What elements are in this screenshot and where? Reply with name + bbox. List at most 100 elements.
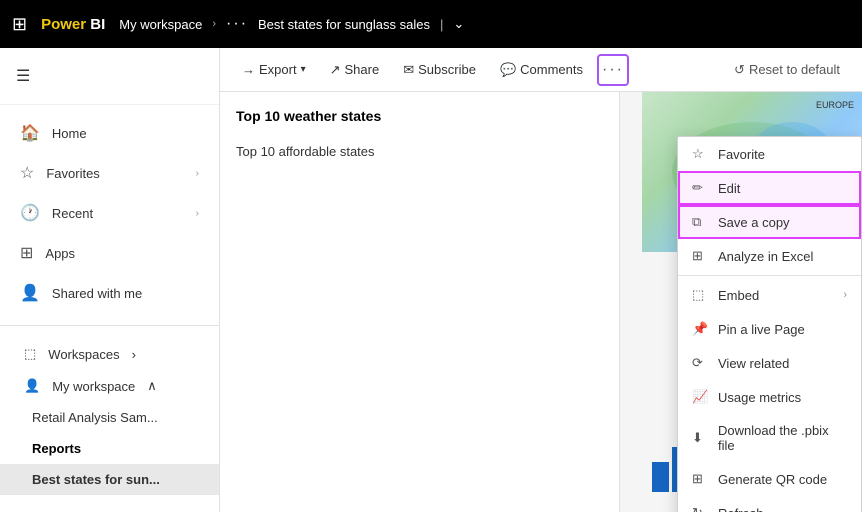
edit-label: Edit [718,181,837,196]
report-title-bar: Best states for sunglass sales [258,17,430,32]
analyze-icon: ⊞ [692,248,708,264]
sidebar-recent-label: Recent [52,206,184,221]
sidebar-item-apps[interactable]: ⊞ Apps [4,233,215,273]
sidebar: ☰ 🏠 Home ☆ Favorites › 🕐 Recent › ⊞ Apps [0,48,220,512]
sidebar-item-recent[interactable]: 🕐 Recent › [4,193,215,233]
power-bi-logo: Power BI [41,16,105,33]
dropdown-item-qr-code[interactable]: ⊞ Generate QR code [678,462,861,496]
sidebar-workspaces: ⬚ Workspaces › 👤 My workspace ∧ Retail A… [0,330,219,503]
refresh-label: Refresh [718,506,837,512]
subscribe-button[interactable]: ✉ Subscribe [393,56,486,84]
workspace-label[interactable]: My workspace [119,17,202,32]
favorites-icon: ☆ [20,163,34,183]
recent-icon: 🕐 [20,203,40,223]
dropdown-divider [678,275,861,276]
sidebar-home-label: Home [52,126,199,141]
report-page-title: Top 10 weather states [236,108,603,124]
apps-icon: ⊞ [20,243,33,263]
more-icon: ··· [602,61,624,79]
sidebar-item-shared[interactable]: 👤 Shared with me [4,273,215,313]
sidebar-item-home[interactable]: 🏠 Home [4,113,215,153]
breadcrumb-chevron: › [212,18,216,30]
home-icon: 🏠 [20,123,40,143]
pin-live-label: Pin a live Page [718,322,837,337]
report-page-item[interactable]: Top 10 affordable states [236,136,603,167]
sidebar-retail-item[interactable]: Retail Analysis Sam... [0,402,219,433]
share-icon: ↗ [330,62,341,78]
workspaces-chevron: › [132,347,136,362]
embed-arrow: › [843,289,847,301]
dropdown-item-refresh[interactable]: ↻ Refresh [678,496,861,512]
reset-label: Reset to default [749,62,840,77]
report-panel: Top 10 weather states Top 10 affordable … [220,92,862,512]
bar [652,462,669,492]
my-workspace-icon: 👤 [24,378,40,394]
sidebar-my-workspace-label: My workspace [52,379,135,394]
workspace-more-button[interactable]: ··· [226,15,248,33]
analyze-label: Analyze in Excel [718,249,837,264]
sidebar-shared-label: Shared with me [52,286,199,301]
recent-chevron: › [196,208,199,219]
share-button[interactable]: ↗ Share [320,56,390,84]
dropdown-item-view-related[interactable]: ⟳ View related [678,346,861,380]
sidebar-best-states-item[interactable]: Best states for sun... [0,464,219,495]
dropdown-item-favorite[interactable]: ☆ Favorite [678,137,861,171]
favorites-chevron: › [196,168,199,179]
refresh-icon: ↻ [692,505,708,512]
report-pages: Top 10 weather states Top 10 affordable … [220,92,620,512]
dropdown-item-usage-metrics[interactable]: 📈 Usage metrics [678,380,861,414]
dropdown-overlay: ☆ Favorite ✏ Edit ⧉ Save a copy ⊞ Analyz… [677,136,862,512]
sidebar-workspaces-label: Workspaces [48,347,119,362]
usage-metrics-label: Usage metrics [718,390,837,405]
sidebar-nav: 🏠 Home ☆ Favorites › 🕐 Recent › ⊞ Apps 👤… [0,105,219,321]
qr-code-icon: ⊞ [692,471,708,487]
dropdown-item-edit[interactable]: ✏ Edit [678,171,861,205]
dropdown-item-embed[interactable]: ⬚ Embed › [678,278,861,312]
dropdown-item-pin-live[interactable]: 📌 Pin a live Page [678,312,861,346]
pin-live-icon: 📌 [692,321,708,337]
reset-button[interactable]: ↺ Reset to default [724,56,850,84]
waffle-icon[interactable]: ⊞ [12,14,27,35]
subscribe-label: Subscribe [418,62,476,77]
workspaces-icon: ⬚ [24,346,36,362]
export-button[interactable]: → Export ▾ [232,56,316,83]
main-area: ☰ 🏠 Home ☆ Favorites › 🕐 Recent › ⊞ Apps [0,48,862,512]
comments-icon: 💬 [500,62,516,78]
subscribe-icon: ✉ [403,62,414,78]
usage-metrics-icon: 📈 [692,389,708,405]
more-button[interactable]: ··· [597,54,629,86]
qr-code-label: Generate QR code [718,472,837,487]
reset-icon: ↺ [734,62,745,78]
sidebar-divider [0,325,219,326]
toolbar: → Export ▾ ↗ Share ✉ Subscribe 💬 Comment… [220,48,862,92]
download-label: Download the .pbix file [718,423,837,453]
sidebar-top: ☰ [0,48,219,105]
embed-icon: ⬚ [692,287,708,303]
embed-label: Embed [718,288,833,303]
sidebar-apps-label: Apps [45,246,199,261]
sidebar-favorites-label: Favorites [46,166,183,181]
sidebar-item-my-workspace[interactable]: 👤 My workspace ∧ [0,370,219,402]
export-chevron: ▾ [301,64,306,75]
sidebar-toggle[interactable]: ☰ [0,56,219,96]
comments-label: Comments [520,62,583,77]
content-area: → Export ▾ ↗ Share ✉ Subscribe 💬 Comment… [220,48,862,512]
download-icon: ⬇ [692,430,708,446]
favorite-icon: ☆ [692,146,708,162]
title-dropdown-caret[interactable]: ⌄ [453,16,464,32]
dropdown-item-analyze[interactable]: ⊞ Analyze in Excel [678,239,861,273]
my-workspace-chevron: ∧ [147,378,157,394]
edit-icon: ✏ [692,180,708,196]
sidebar-item-favorites[interactable]: ☆ Favorites › [4,153,215,193]
dropdown-item-download[interactable]: ⬇ Download the .pbix file [678,414,861,462]
view-related-label: View related [718,356,837,371]
shared-icon: 👤 [20,283,40,303]
comments-button[interactable]: 💬 Comments [490,56,593,84]
dropdown-item-save-copy[interactable]: ⧉ Save a copy [678,205,861,239]
sidebar-item-workspaces[interactable]: ⬚ Workspaces › [0,338,219,370]
save-copy-label: Save a copy [718,215,837,230]
export-icon: → [242,62,255,77]
top-bar: ⊞ Power BI My workspace › ··· Best state… [0,0,862,48]
dropdown-menu: ☆ Favorite ✏ Edit ⧉ Save a copy ⊞ Analyz… [677,136,862,512]
title-separator: | [440,17,443,32]
